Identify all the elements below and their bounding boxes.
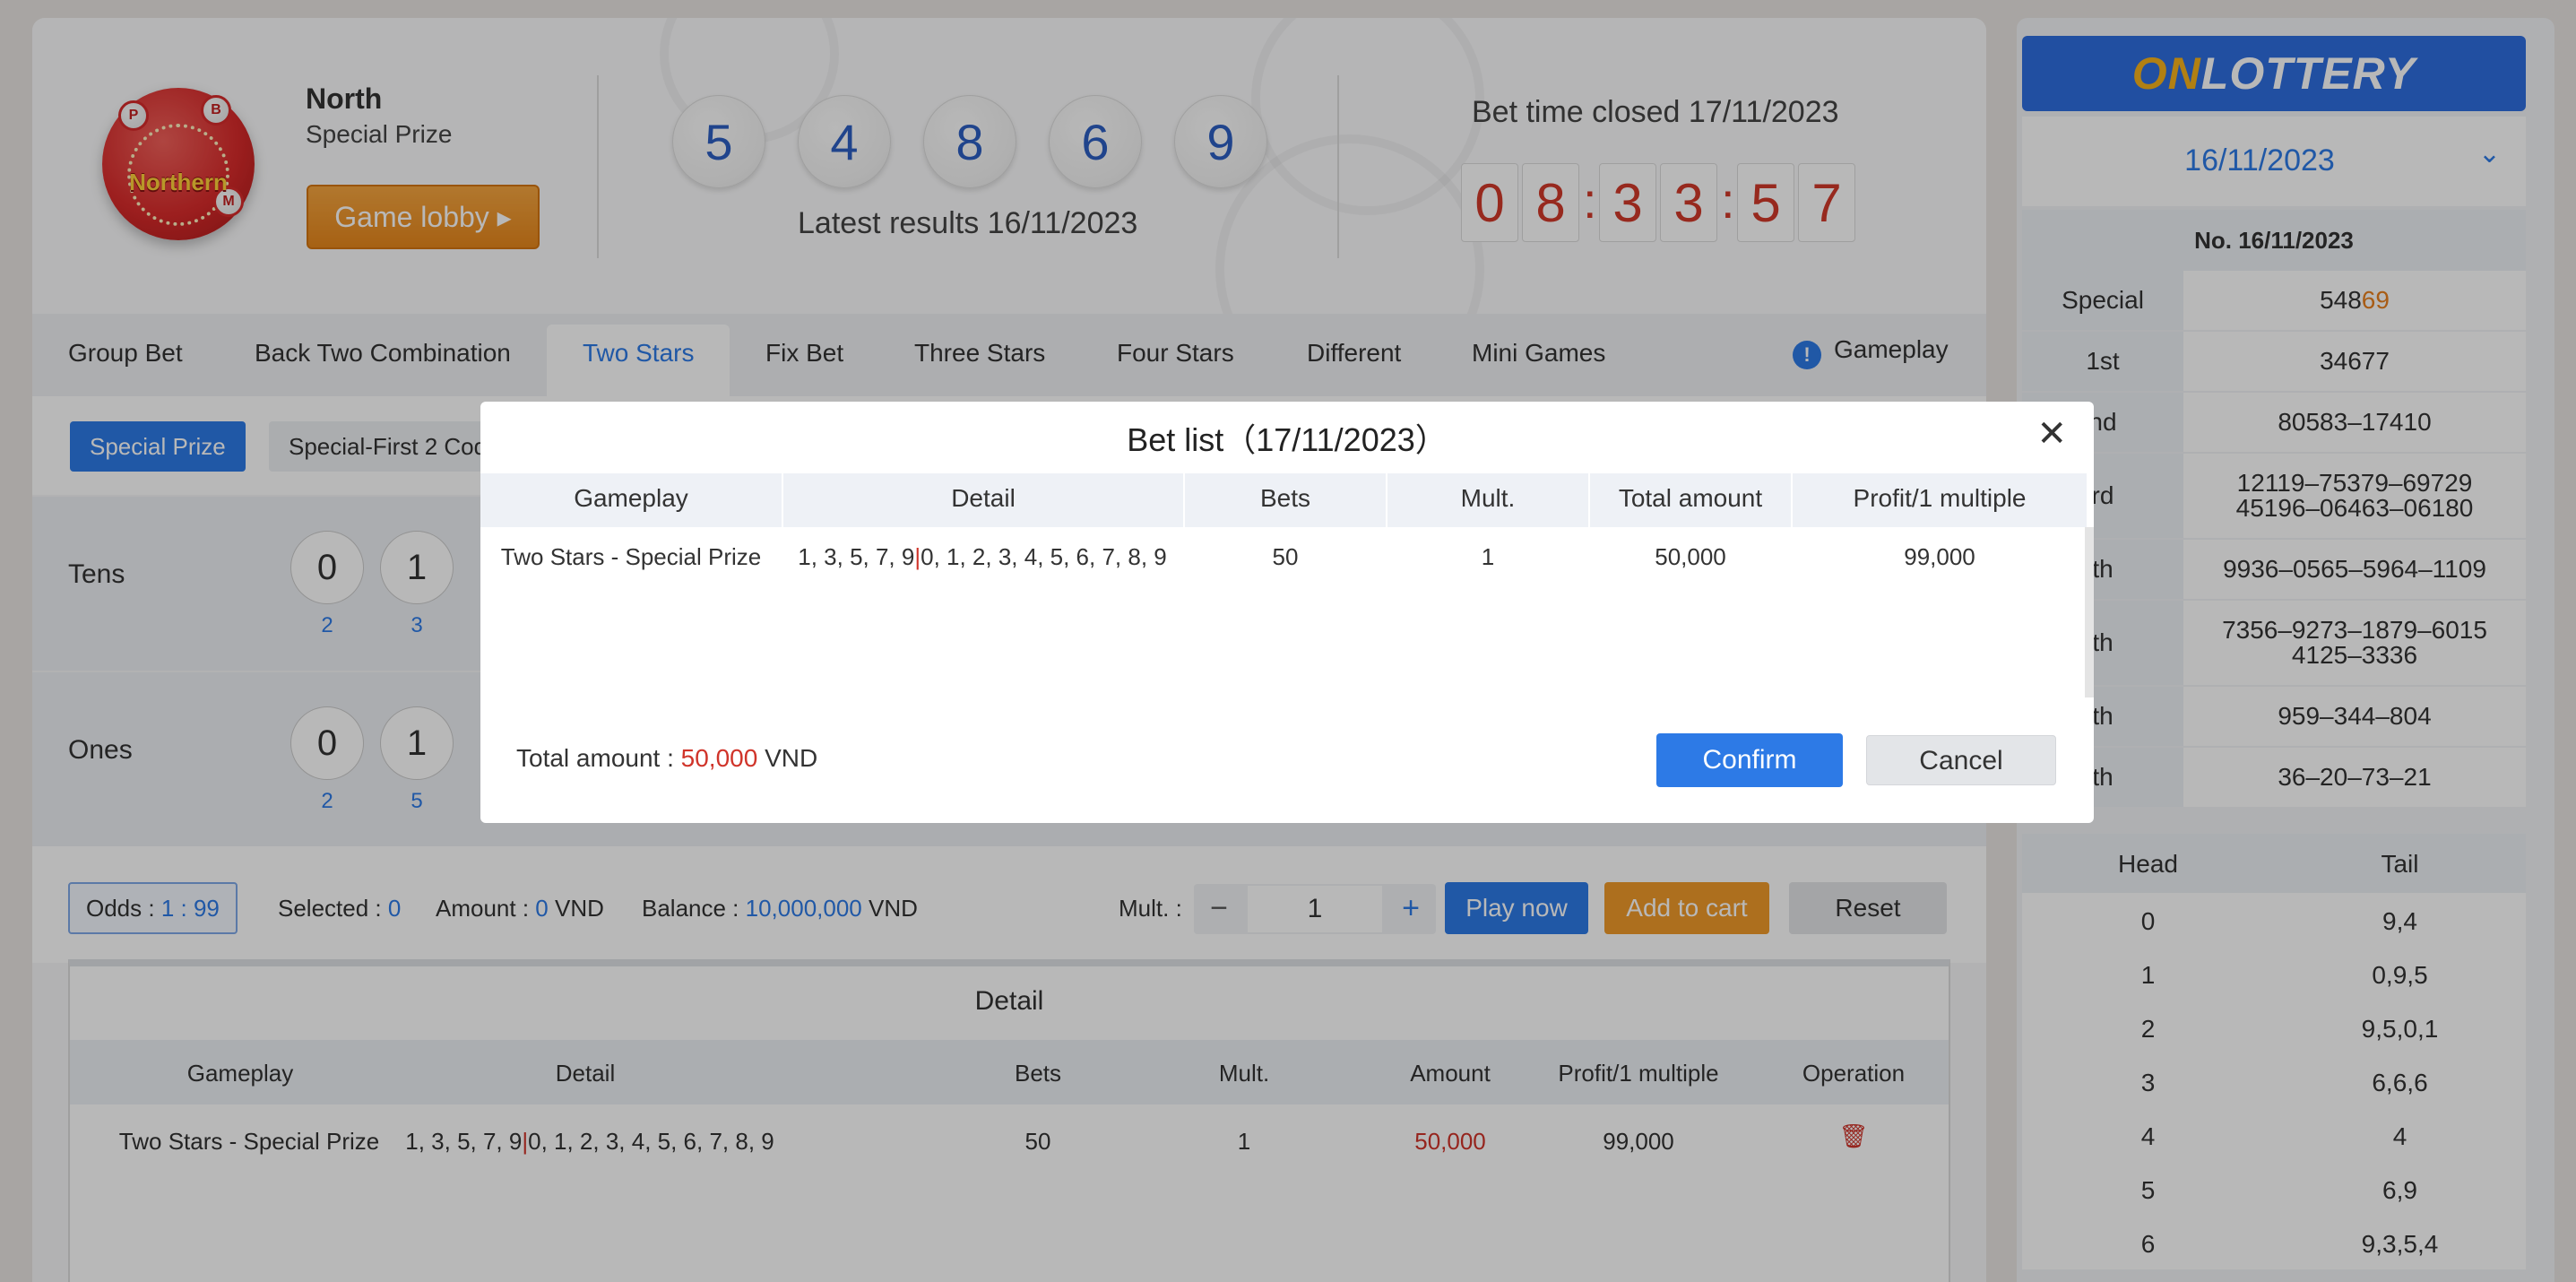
close-icon[interactable]: ✕ [2036, 414, 2067, 454]
total-unit: VND [757, 744, 818, 772]
total-amount-cell: 50,000 [1655, 543, 1726, 570]
modal-header-row: Gameplay Detail Bets Mult. Total amount … [480, 473, 2087, 527]
cancel-button[interactable]: Cancel [1866, 735, 2056, 785]
gameplay-cell: Two Stars - Special Prize [500, 543, 762, 570]
total-label: Total amount : [516, 744, 681, 772]
column-header: Mult. [1460, 484, 1516, 512]
total-value: 50,000 [680, 744, 758, 772]
scrollbar[interactable] [2085, 527, 2094, 697]
column-header: Gameplay [574, 484, 688, 512]
table-row: Two Stars - Special Prize 1, 3, 5, 7, 9|… [480, 533, 2087, 586]
modal-total: Total amount : 50,000 VND [516, 744, 817, 773]
column-header: Bets [1259, 484, 1311, 512]
profit-cell: 99,000 [1904, 543, 1975, 570]
column-header: Profit/1 multiple [1853, 484, 2027, 512]
bet-list-modal: Bet list（17/11/2023） ✕ Gameplay Detail B… [480, 402, 2094, 823]
column-header: Detail [951, 484, 1016, 512]
confirm-button[interactable]: Confirm [1656, 733, 1843, 787]
detail-second: 0, 1, 2, 3, 4, 5, 6, 7, 8, 9 [921, 543, 1167, 570]
column-header: Total amount [1618, 484, 1763, 512]
detail-cell: 1, 3, 5, 7, 9|0, 1, 2, 3, 4, 5, 6, 7, 8,… [785, 543, 1180, 571]
modal-title: Bet list（17/11/2023） [1127, 421, 1448, 458]
detail-first: 1, 3, 5, 7, 9 [798, 543, 915, 570]
mult-cell: 1 [1481, 543, 1495, 570]
bets-cell: 50 [1272, 543, 1299, 570]
